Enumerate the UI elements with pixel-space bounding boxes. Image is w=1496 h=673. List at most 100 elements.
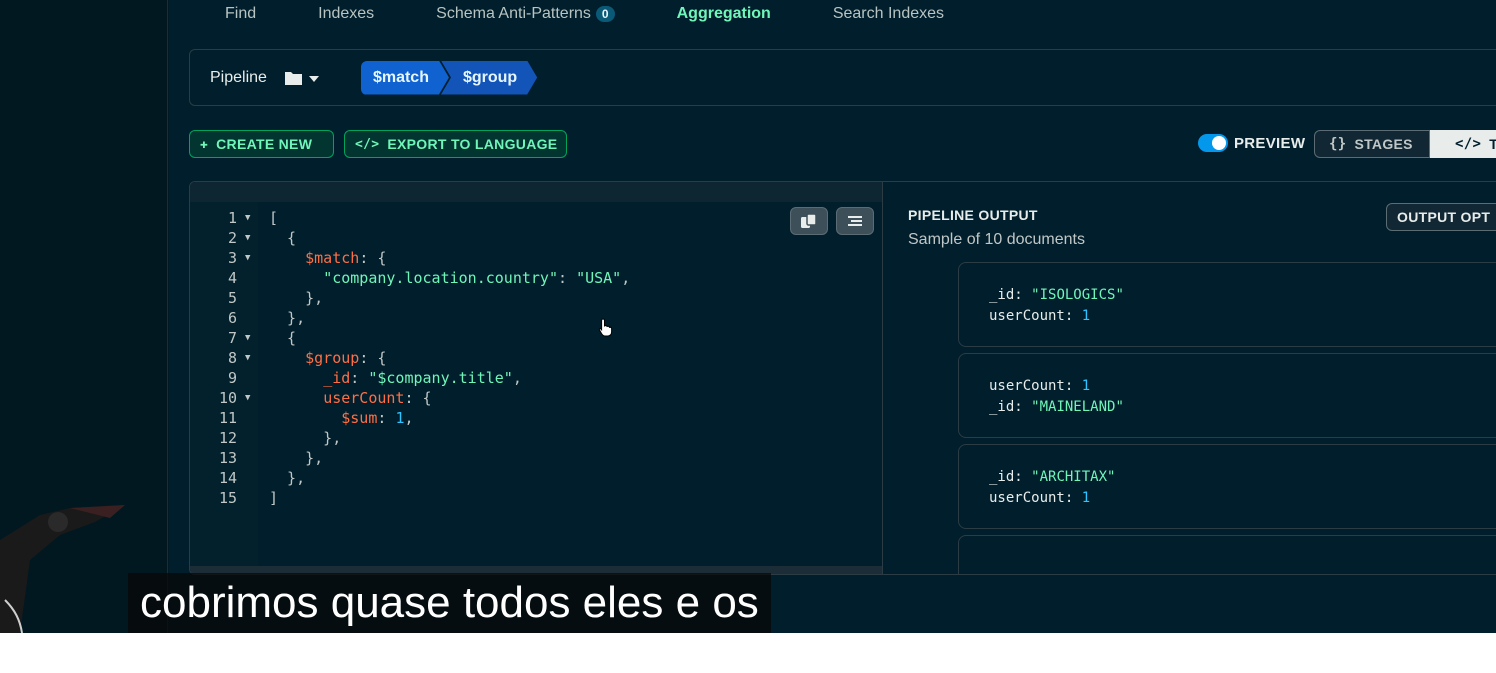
code-line: 8 ▼ $group: { bbox=[190, 348, 882, 368]
code-line: 4 "company.location.country": "USA", bbox=[190, 268, 882, 288]
line-number: 6 bbox=[227, 309, 237, 327]
fold-arrow-icon[interactable]: ▼ bbox=[245, 348, 250, 368]
line-number: 10 bbox=[218, 389, 237, 407]
line-number: 1 bbox=[227, 209, 237, 227]
pipeline-text-editor[interactable]: 1 ▼[ 2 ▼ { 3 ▼ $match: { 4 "company.locatio… bbox=[190, 182, 883, 574]
line-number: 11 bbox=[218, 409, 237, 427]
document-field: _id: "ISOLOGICS" bbox=[989, 287, 1124, 303]
code-line: 6 }, bbox=[190, 308, 882, 328]
format-lines-icon bbox=[848, 216, 862, 226]
presenter-video-overlay bbox=[0, 505, 125, 633]
code-line: 14 }, bbox=[190, 468, 882, 488]
code-area[interactable]: 1 ▼[ 2 ▼ { 3 ▼ $match: { 4 "company.locatio… bbox=[190, 202, 882, 566]
field-value: "ISOLOGICS" bbox=[1031, 287, 1124, 303]
tab-label: Schema Anti-Patterns bbox=[436, 5, 591, 22]
line-number: 15 bbox=[218, 489, 237, 507]
line-number: 9 bbox=[227, 369, 237, 387]
code-line: 10 ▼ userCount: { bbox=[190, 388, 882, 408]
field-key: userCount bbox=[989, 308, 1065, 324]
fold-arrow-icon[interactable]: ▼ bbox=[245, 248, 250, 268]
document-field: userCount: 1 bbox=[989, 490, 1091, 506]
fold-arrow-icon[interactable]: ▼ bbox=[245, 208, 250, 228]
fold-arrow-icon[interactable]: ▼ bbox=[245, 228, 250, 248]
field-value: 1 bbox=[1081, 490, 1091, 506]
button-label: EXPORT TO LANGUAGE bbox=[387, 136, 558, 152]
code-line: 12 }, bbox=[190, 428, 882, 448]
stage-chip-match[interactable]: $match bbox=[361, 61, 449, 95]
editor-header bbox=[190, 182, 882, 202]
tab-find[interactable]: Find bbox=[225, 1, 256, 27]
collection-tabs: Find Indexes Schema Anti-Patterns 0 Aggre… bbox=[225, 0, 1006, 28]
line-number: 3 bbox=[227, 249, 237, 267]
pipeline-label: Pipeline bbox=[210, 68, 267, 86]
pipeline-output-panel: PIPELINE OUTPUT Sample of 10 documents O… bbox=[884, 182, 1496, 574]
field-key: _id bbox=[989, 287, 1015, 303]
preview-toggle[interactable]: PREVIEW bbox=[1198, 134, 1305, 152]
document-field: userCount: 1 bbox=[989, 308, 1091, 324]
line-number: 13 bbox=[218, 449, 237, 467]
code-line: 9 _id: "$company.title", bbox=[190, 368, 882, 388]
braces-icon: {} bbox=[1329, 136, 1347, 152]
tab-label: Find bbox=[225, 5, 257, 22]
button-label: T bbox=[1489, 136, 1496, 152]
document-field: _id: "MAINELAND" bbox=[989, 399, 1124, 415]
field-value: 1 bbox=[1081, 378, 1091, 394]
button-label: STAGES bbox=[1354, 136, 1413, 152]
pipeline-workspace: 1 ▼[ 2 ▼ { 3 ▼ $match: { 4 "company.locatio… bbox=[189, 181, 1496, 575]
code-line: 1 ▼[ bbox=[190, 208, 882, 228]
video-subtitle: cobrimos quase todos eles e os bbox=[128, 573, 771, 633]
pipeline-header: Pipeline $match $group bbox=[189, 49, 1496, 106]
count-badge: 0 bbox=[595, 6, 615, 22]
format-button[interactable] bbox=[836, 207, 874, 235]
output-options-button[interactable]: OUTPUT OPT bbox=[1386, 203, 1496, 231]
folder-icon[interactable] bbox=[284, 70, 321, 86]
code-icon: </> bbox=[355, 136, 380, 152]
line-number: 5 bbox=[227, 289, 237, 307]
copy-button[interactable] bbox=[790, 207, 828, 235]
field-key: userCount bbox=[989, 490, 1065, 506]
text-view-button[interactable]: </> T bbox=[1430, 130, 1496, 158]
tab-indexes[interactable]: Indexes bbox=[318, 1, 374, 27]
view-mode-switch: {} STAGES </> T bbox=[1314, 130, 1496, 158]
tab-aggregation[interactable]: Aggregation bbox=[677, 1, 771, 27]
output-subtitle: Sample of 10 documents bbox=[908, 231, 1085, 248]
tab-label: Indexes bbox=[318, 5, 375, 22]
document-card[interactable]: _id: "ISOLOGICS" userCount: 1 bbox=[958, 262, 1496, 347]
button-label: CREATE NEW bbox=[216, 136, 313, 152]
output-title: PIPELINE OUTPUT bbox=[908, 207, 1038, 223]
tab-label: Search Indexes bbox=[832, 5, 945, 22]
preview-switch[interactable] bbox=[1198, 134, 1228, 152]
export-to-language-button[interactable]: </> EXPORT TO LANGUAGE bbox=[344, 130, 567, 158]
line-number: 8 bbox=[227, 349, 237, 367]
document-field: userCount: 1 bbox=[989, 378, 1091, 394]
field-key: userCount bbox=[989, 378, 1065, 394]
create-new-button[interactable]: ✚ CREATE NEW bbox=[189, 130, 334, 158]
document-card[interactable]: _id: "ARCHITAX" userCount: 1 bbox=[958, 444, 1496, 529]
document-card[interactable] bbox=[958, 535, 1496, 574]
code-line: 3 ▼ $match: { bbox=[190, 248, 882, 268]
line-number: 4 bbox=[227, 269, 237, 287]
code-icon: </> bbox=[1455, 136, 1482, 152]
fold-arrow-icon[interactable]: ▼ bbox=[245, 328, 250, 348]
fold-arrow-icon[interactable]: ▼ bbox=[245, 388, 250, 408]
line-number: 7 bbox=[227, 329, 237, 347]
tab-search-indexes[interactable]: Search Indexes bbox=[833, 1, 944, 27]
line-number: 14 bbox=[218, 469, 237, 487]
line-number: 12 bbox=[218, 429, 237, 447]
code-line: 15] bbox=[190, 488, 882, 508]
tab-schema-anti-patterns[interactable]: Schema Anti-Patterns 0 bbox=[436, 1, 615, 27]
stages-view-button[interactable]: {} STAGES bbox=[1314, 130, 1430, 158]
code-line: 7 ▼ { bbox=[190, 328, 882, 348]
stage-chip-group[interactable]: $group bbox=[441, 61, 537, 95]
code-line: 13 }, bbox=[190, 448, 882, 468]
code-line: 5 }, bbox=[190, 288, 882, 308]
document-card[interactable]: userCount: 1 _id: "MAINELAND" bbox=[958, 353, 1496, 438]
code-line: 11 $sum: 1, bbox=[190, 408, 882, 428]
collection-view: Find Indexes Schema Anti-Patterns 0 Aggre… bbox=[169, 0, 1496, 633]
preview-label: PREVIEW bbox=[1234, 134, 1306, 152]
line-number: 2 bbox=[227, 229, 237, 247]
field-key: _id bbox=[989, 469, 1015, 485]
field-value: 1 bbox=[1081, 308, 1091, 324]
field-key: _id bbox=[989, 399, 1015, 415]
field-value: "ARCHITAX" bbox=[1031, 469, 1116, 485]
